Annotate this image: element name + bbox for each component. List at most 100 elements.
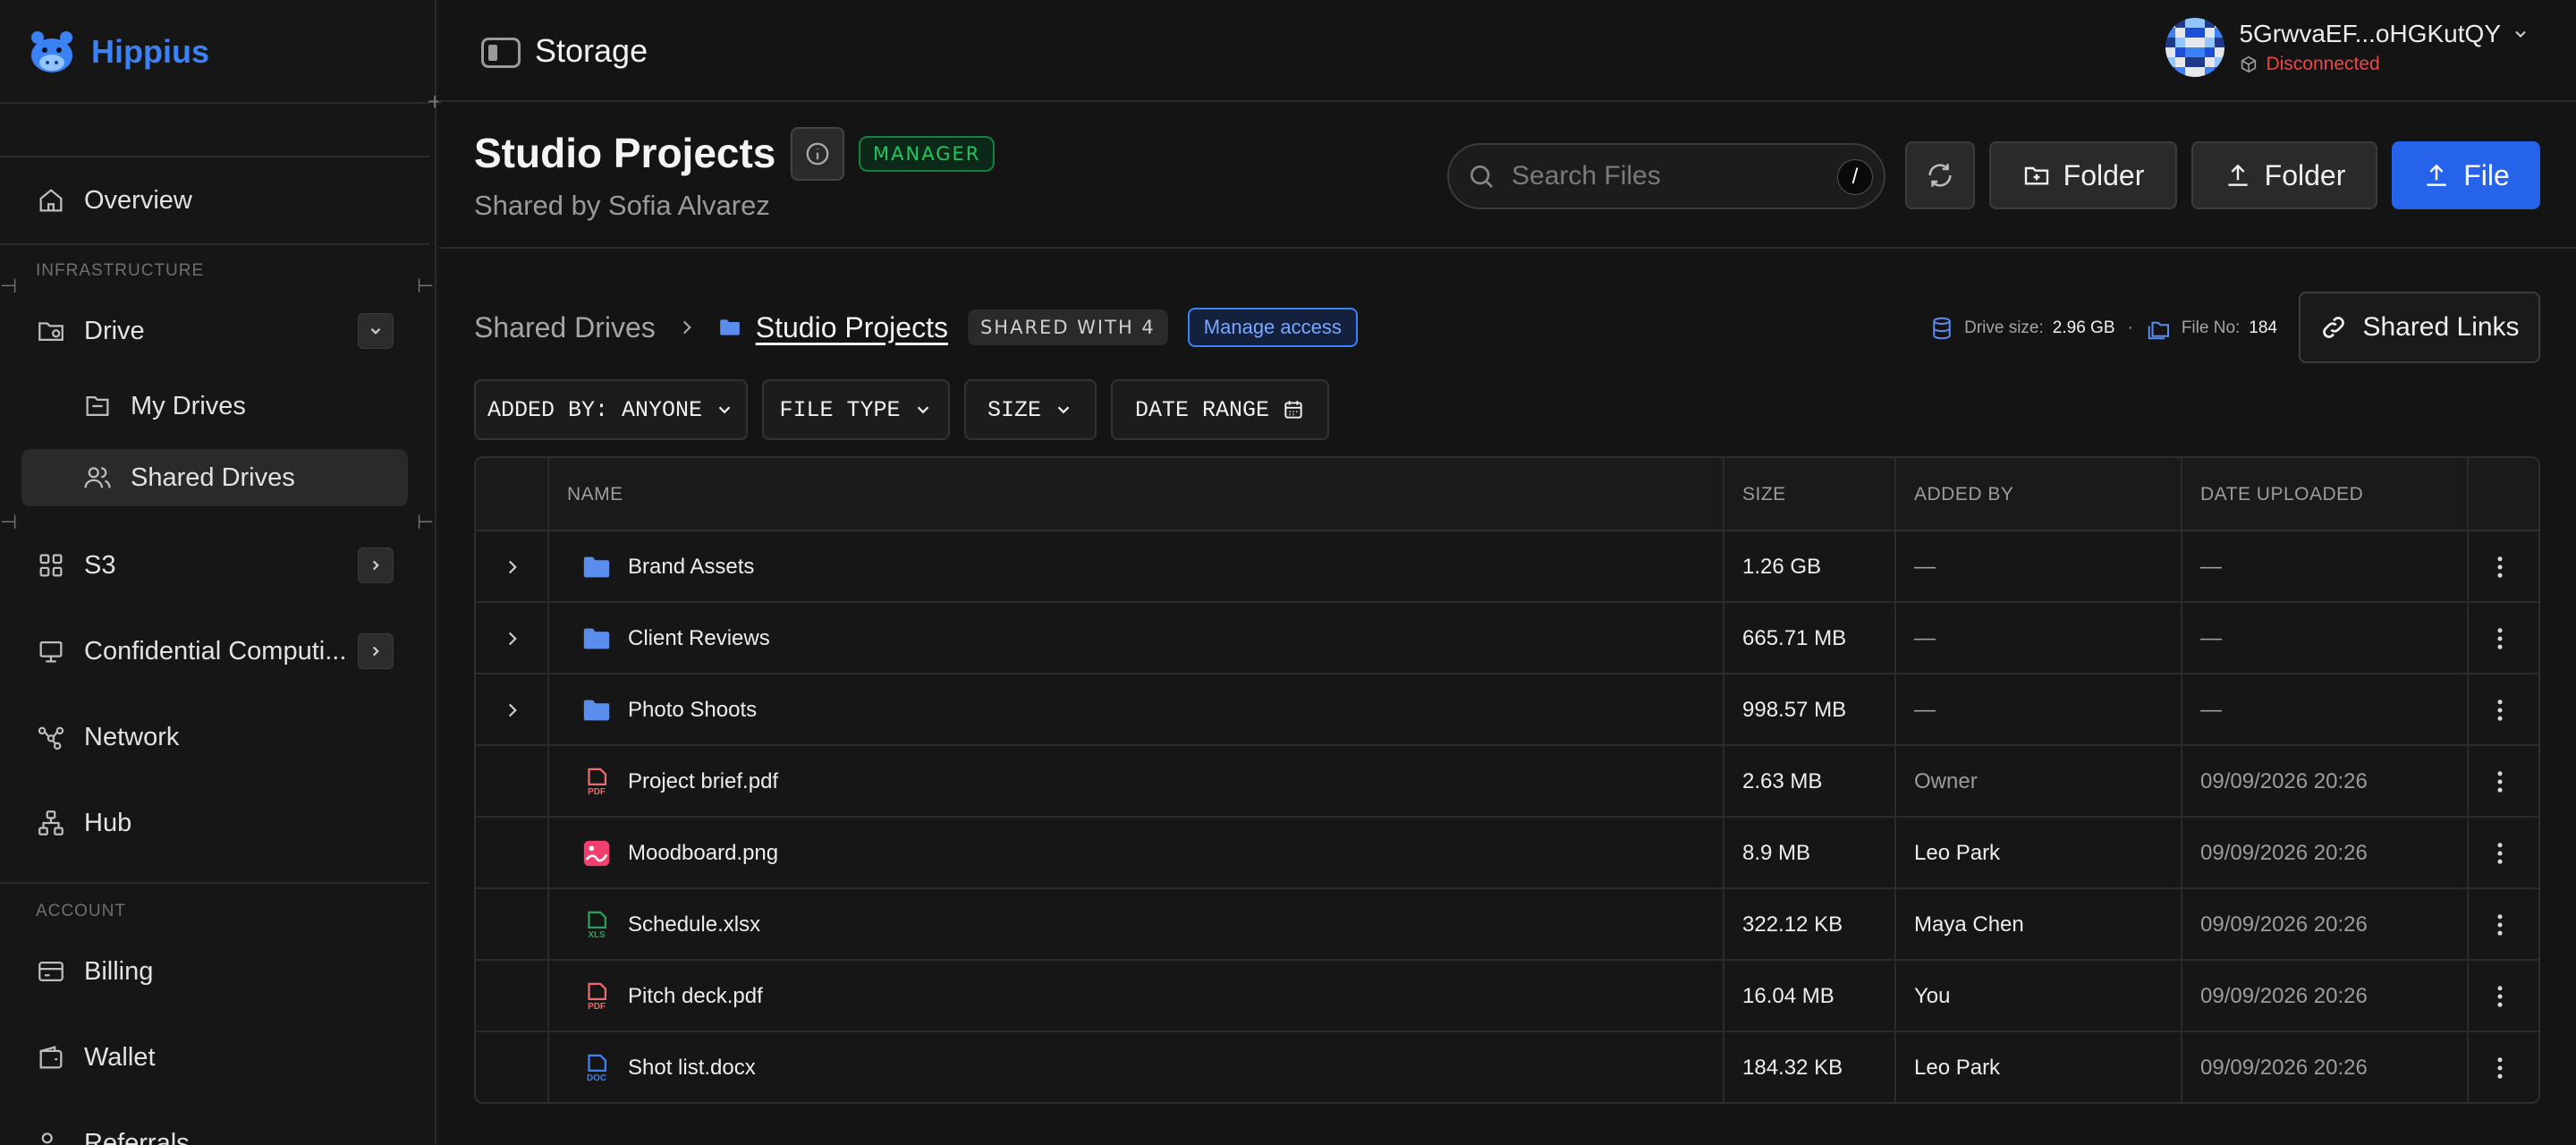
breadcrumb-root[interactable]: Shared Drives bbox=[474, 311, 656, 344]
file-name-cell[interactable]: Photo Shoots bbox=[581, 674, 757, 746]
file-name: Schedule.xlsx bbox=[628, 912, 761, 937]
filter-date-range[interactable]: DATE RANGE bbox=[1111, 379, 1329, 440]
row-actions-button[interactable] bbox=[2485, 961, 2515, 1032]
table-row[interactable]: PDF Pitch deck.pdf 16.04 MB You 09/09/2026 2… bbox=[476, 961, 2538, 1032]
table-row[interactable]: DOC Shot list.docx 184.32 KB Leo Park 09/09/… bbox=[476, 1032, 2538, 1102]
expand-confidential-button[interactable] bbox=[358, 633, 394, 669]
filter-file-type[interactable]: FILE TYPE bbox=[762, 379, 950, 440]
column-date-uploaded[interactable]: DATE UPLOADED bbox=[2200, 458, 2363, 531]
column-divider bbox=[547, 458, 549, 1102]
sidebar-item-confidential-computing[interactable]: Confidential Computi... bbox=[21, 623, 408, 680]
file-name-cell[interactable]: Moodboard.png bbox=[581, 818, 778, 889]
file-name-cell[interactable]: Brand Assets bbox=[581, 531, 754, 603]
column-added-by[interactable]: ADDED BY bbox=[1914, 458, 2013, 531]
sidebar-item-network[interactable]: Network bbox=[21, 708, 408, 766]
info-icon bbox=[806, 142, 829, 165]
file-name-cell[interactable]: XLS Schedule.xlsx bbox=[581, 889, 760, 961]
sidebar-item-shared-drives[interactable]: Shared Drives bbox=[21, 449, 408, 506]
file-size: 184.32 KB bbox=[1742, 1056, 1843, 1080]
sidebar-item-overview[interactable]: Overview bbox=[21, 172, 408, 229]
sidebar-item-my-drives[interactable]: My Drives bbox=[21, 377, 408, 435]
more-vertical-icon bbox=[2497, 628, 2503, 649]
database-icon bbox=[1933, 317, 1951, 340]
avatar bbox=[2165, 18, 2225, 77]
row-actions-button[interactable] bbox=[2485, 889, 2515, 961]
breadcrumb-current[interactable]: Studio Projects bbox=[718, 311, 948, 344]
chevron-right-icon bbox=[372, 560, 379, 571]
sidebar-toggle-button[interactable] bbox=[481, 38, 521, 68]
collapse-drive-button[interactable] bbox=[358, 313, 394, 349]
user-menu[interactable]: 5GrwvaEF...oHGKutQY Disconnected bbox=[2165, 18, 2529, 77]
sidebar-item-wallet[interactable]: Wallet bbox=[21, 1029, 408, 1086]
files-table: NAME SIZE ADDED BY DATE UPLOADED Brand A… bbox=[474, 456, 2540, 1104]
expand-row-button[interactable] bbox=[501, 603, 524, 674]
table-row[interactable]: XLS Schedule.xlsx 322.12 KB Maya Chen 09/09/… bbox=[476, 889, 2538, 961]
search-field[interactable]: / bbox=[1447, 143, 1885, 209]
date-uploaded: 09/09/2026 20:26 bbox=[2200, 912, 2368, 937]
row-actions-button[interactable] bbox=[2485, 674, 2515, 746]
file-name-cell[interactable]: PDF Project brief.pdf bbox=[581, 746, 778, 818]
shared-links-button[interactable]: Shared Links bbox=[2299, 292, 2540, 363]
new-folder-button[interactable]: Folder bbox=[1989, 141, 2177, 209]
file-size: 16.04 MB bbox=[1742, 984, 1835, 1008]
date-uploaded: 09/09/2026 20:26 bbox=[2200, 1056, 2368, 1080]
more-vertical-icon bbox=[2497, 700, 2503, 721]
row-actions-button[interactable] bbox=[2485, 746, 2515, 818]
sidebar-item-s3[interactable]: S3 bbox=[21, 537, 408, 594]
upload-folder-label: Folder bbox=[2264, 158, 2346, 191]
sidebar-item-label: Overview bbox=[84, 185, 192, 215]
referral-icon bbox=[41, 1132, 53, 1145]
sidebar-item-hub[interactable]: Hub bbox=[21, 794, 408, 852]
table-row[interactable]: PDF Project brief.pdf 2.63 MB Owner 09/09/20… bbox=[476, 746, 2538, 818]
section-label-account: ACCOUNT bbox=[36, 902, 126, 920]
info-button[interactable] bbox=[791, 127, 844, 181]
filter-label: SIZE bbox=[987, 396, 1041, 423]
users-icon bbox=[84, 467, 111, 488]
doc-file-icon: DOC bbox=[587, 1054, 607, 1083]
chevron-down-icon bbox=[718, 406, 731, 414]
expand-row-button[interactable] bbox=[501, 531, 524, 603]
upload-file-button[interactable]: File bbox=[2392, 141, 2540, 209]
row-actions-button[interactable] bbox=[2485, 603, 2515, 674]
logo[interactable]: Hippius bbox=[27, 27, 209, 77]
column-name[interactable]: NAME bbox=[567, 458, 623, 531]
sidebar-item-label: Wallet bbox=[84, 1042, 156, 1072]
file-name-cell[interactable]: PDF Pitch deck.pdf bbox=[581, 961, 763, 1032]
table-row[interactable]: Client Reviews 665.71 MB — — bbox=[476, 603, 2538, 674]
more-vertical-icon bbox=[2497, 843, 2503, 864]
filter-size[interactable]: SIZE bbox=[964, 379, 1097, 440]
chevron-right-icon bbox=[508, 703, 517, 717]
status-text: Disconnected bbox=[2266, 54, 2380, 74]
filter-label: ADDED BY: ANYONE bbox=[487, 396, 703, 423]
shared-with-badge: SHARED WITH 4 bbox=[967, 310, 1168, 345]
row-actions-button[interactable] bbox=[2485, 531, 2515, 603]
refresh-button[interactable] bbox=[1905, 141, 1975, 209]
sidebar-item-referrals[interactable]: Referrals bbox=[21, 1115, 408, 1145]
sidebar-item-billing[interactable]: Billing bbox=[21, 943, 408, 1000]
chevron-right-icon bbox=[508, 632, 517, 646]
filter-added-by[interactable]: ADDED BY: ANYONE bbox=[474, 379, 748, 440]
row-actions-button[interactable] bbox=[2485, 1032, 2515, 1102]
hub-icon bbox=[38, 810, 64, 835]
file-name-cell[interactable]: DOC Shot list.docx bbox=[581, 1032, 756, 1102]
sidebar-item-drive[interactable]: Drive bbox=[21, 302, 408, 360]
file-name-cell[interactable]: Client Reviews bbox=[581, 603, 770, 674]
expand-s3-button[interactable] bbox=[358, 547, 394, 583]
shortcut-key: / bbox=[1837, 159, 1873, 195]
column-size[interactable]: SIZE bbox=[1742, 458, 1786, 531]
table-row[interactable]: Moodboard.png 8.9 MB Leo Park 09/09/2026 20… bbox=[476, 818, 2538, 889]
table-row[interactable]: Photo Shoots 998.57 MB — — bbox=[476, 674, 2538, 746]
file-size: 8.9 MB bbox=[1742, 841, 1811, 865]
row-actions-button[interactable] bbox=[2485, 818, 2515, 889]
upload-folder-button[interactable]: Folder bbox=[2191, 141, 2377, 209]
expand-row-button[interactable] bbox=[501, 674, 524, 746]
sidebar-item-label: S3 bbox=[84, 550, 116, 580]
folder-icon bbox=[583, 628, 610, 649]
folder-icon bbox=[583, 700, 610, 721]
added-by: Owner bbox=[1914, 769, 1978, 793]
manage-access-button[interactable]: Manage access bbox=[1187, 308, 1358, 347]
file-size: 1.26 GB bbox=[1742, 555, 1822, 579]
search-input[interactable] bbox=[1512, 161, 1816, 191]
sidebar-item-label: My Drives bbox=[131, 391, 246, 420]
table-row[interactable]: Brand Assets 1.26 GB — — bbox=[476, 531, 2538, 603]
